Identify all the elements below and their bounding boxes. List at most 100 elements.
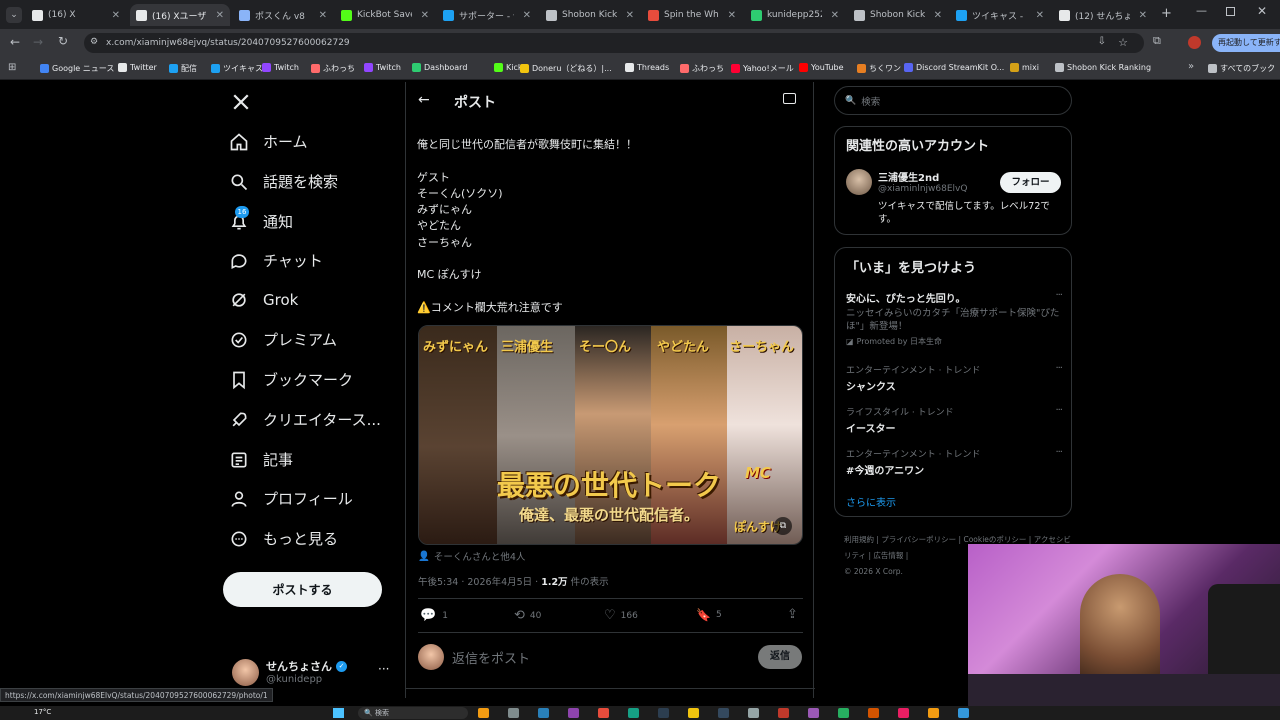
install-app-icon[interactable]: ⇩ xyxy=(1098,36,1106,47)
footer-link[interactable]: 利用規約 xyxy=(844,535,874,544)
browser-tab[interactable]: Spin the Whee ✕ xyxy=(642,4,742,26)
bookmark-item[interactable]: Twitch xyxy=(262,63,299,72)
close-tab-icon[interactable]: ✕ xyxy=(519,10,531,21)
nav-item-grok[interactable]: Grok xyxy=(229,290,298,310)
reply-action[interactable]: 💬 1 xyxy=(420,608,448,623)
nav-item-profile[interactable]: プロフィール xyxy=(229,488,353,509)
reader-mode-icon[interactable] xyxy=(783,93,796,104)
apps-grid-icon[interactable]: ⊞ xyxy=(8,62,16,73)
bookmark-item[interactable]: Doneru（どねる）|... xyxy=(520,63,612,74)
taskbar-app-icon[interactable] xyxy=(748,708,759,718)
browser-tab[interactable]: ツイキャス - ライブ ✕ xyxy=(950,4,1050,26)
account-more-icon[interactable]: ··· xyxy=(378,662,389,676)
close-window-button[interactable]: ✕ xyxy=(1257,4,1267,18)
nav-item-chat[interactable]: チャット xyxy=(229,250,323,271)
browser-tab[interactable]: Shobon Kick R ✕ xyxy=(848,4,948,26)
reply-button[interactable]: 返信 xyxy=(758,645,802,669)
maximize-window-button[interactable] xyxy=(1226,7,1235,16)
browser-tab[interactable]: (12) せんちょさん ✕ xyxy=(1053,4,1153,26)
extensions-icon[interactable]: ⧉ xyxy=(1153,34,1161,48)
restart-update-button[interactable]: 再起動して更新する xyxy=(1212,34,1280,52)
start-button-icon[interactable] xyxy=(333,708,344,718)
tab-search-button[interactable]: ⌄ xyxy=(6,7,22,23)
related-account-name[interactable]: 三浦優生2nd xyxy=(878,169,939,184)
bookmark-item[interactable]: Yahoo!メール xyxy=(731,63,794,74)
bookmarks-overflow-chevron-icon[interactable]: » xyxy=(1188,61,1194,72)
bookmark-item[interactable]: ふわっち xyxy=(680,63,724,74)
nav-item-more[interactable]: もっと見る xyxy=(229,528,338,549)
bookmark-item[interactable]: Dashboard xyxy=(412,63,467,72)
reply-input[interactable]: 返信をポスト xyxy=(452,648,530,667)
tagged-users[interactable]: 👤 そーくんさんと他4人 xyxy=(418,549,525,564)
taskbar-app-icon[interactable] xyxy=(658,708,669,718)
taskbar-app-icon[interactable] xyxy=(628,708,639,718)
more-options-icon[interactable]: ··· xyxy=(1055,405,1062,416)
nav-item-bell[interactable]: 16 通知 xyxy=(229,205,293,232)
bookmark-item[interactable]: ちくワン xyxy=(857,63,901,74)
post-image[interactable]: みずにゃん 三浦優生 そー〇ん やどたん さーちゃん 最悪の世代トーク 俺達、最悪の世代… xyxy=(418,325,803,545)
bookmark-item[interactable]: ツイキャス xyxy=(211,63,263,74)
browser-tab[interactable]: KickBot Saved ✕ xyxy=(335,4,435,26)
nav-item-search[interactable]: 話題を検索 xyxy=(229,171,338,192)
close-tab-icon[interactable]: ✕ xyxy=(212,10,224,21)
close-tab-icon[interactable]: ✕ xyxy=(1135,10,1147,21)
taskbar-app-icon[interactable] xyxy=(688,708,699,718)
reload-icon[interactable]: ↻ xyxy=(58,34,68,48)
promoted-trend[interactable]: 安心に、ぴたっと先回り。 ニッセイみらいのカタチ「治療サポート保険"ぴたほ"」新… xyxy=(846,290,1063,347)
close-tab-icon[interactable]: ✕ xyxy=(1032,10,1044,21)
bookmark-item[interactable]: Shobon Kick Ranking xyxy=(1055,63,1151,72)
bookmark-item[interactable]: Threads xyxy=(625,63,669,72)
follow-button[interactable]: フォロー xyxy=(1000,172,1061,193)
taskbar-app-icon[interactable] xyxy=(538,708,549,718)
bookmark-item[interactable]: Discord StreamKit O... xyxy=(904,63,1004,72)
taskbar-app-icon[interactable] xyxy=(958,708,969,718)
back-arrow-icon[interactable]: ← xyxy=(418,92,430,108)
nav-item-bookmark[interactable]: ブックマーク xyxy=(229,369,353,390)
nav-item-rocket[interactable]: クリエイタース... xyxy=(229,409,381,430)
repost-action[interactable]: ⟲ 40 xyxy=(514,608,541,623)
taskbar-search[interactable]: 🔍 検索 xyxy=(358,707,468,719)
bookmark-item[interactable]: Twitch xyxy=(364,63,401,72)
browser-tab[interactable]: kunidepp2525 ✕ xyxy=(745,4,845,26)
x-logo-icon[interactable] xyxy=(232,93,250,111)
bookmark-item[interactable]: mixi xyxy=(1010,63,1039,72)
trend-item[interactable]: エンターテインメント · トレンド シャンクス ··· xyxy=(846,363,1063,393)
browser-tab[interactable]: (16) X ✕ xyxy=(26,4,126,26)
bookmark-item[interactable]: ふわっち xyxy=(311,63,355,74)
browser-tab[interactable]: (16) Xユーザーの ✕ xyxy=(130,4,230,26)
taskbar-app-icon[interactable] xyxy=(778,708,789,718)
minimize-window-button[interactable]: — xyxy=(1196,4,1207,17)
taskbar-app-icon[interactable] xyxy=(478,708,489,718)
bookmark-star-icon[interactable]: ☆ xyxy=(1118,36,1128,49)
taskbar-app-icon[interactable] xyxy=(718,708,729,718)
nav-item-article[interactable]: 記事 xyxy=(229,449,293,470)
post-compose-button[interactable]: ポストする xyxy=(223,572,382,607)
close-tab-icon[interactable]: ✕ xyxy=(930,10,942,21)
browser-tab[interactable]: ポスくん v8 ✕ xyxy=(233,4,333,26)
account-switcher[interactable]: せんちょさん ✓ @kunidepp ··· xyxy=(229,656,399,690)
bookmark-item[interactable]: Google ニュース xyxy=(40,63,114,74)
footer-link[interactable]: プライバシーポリシー xyxy=(881,535,956,544)
close-tab-icon[interactable]: ✕ xyxy=(724,10,736,21)
new-tab-button[interactable]: + xyxy=(1161,6,1172,21)
share-icon[interactable]: ⇪ xyxy=(787,607,798,622)
trend-item[interactable]: エンターテインメント · トレンド #今週のアニワン ··· xyxy=(846,447,1063,477)
nav-item-home[interactable]: ホーム xyxy=(229,131,308,152)
close-tab-icon[interactable]: ✕ xyxy=(108,10,120,21)
site-info-icon[interactable]: ⚙ xyxy=(90,37,98,47)
url-field[interactable]: ⚙ x.com/xiaminjw68ejvq/status/2040709527… xyxy=(84,33,1144,53)
more-options-icon[interactable]: ··· xyxy=(1055,363,1062,374)
bookmark-item[interactable]: YouTube xyxy=(799,63,844,72)
footer-link[interactable]: 広告情報 xyxy=(873,551,903,560)
more-options-icon[interactable]: ··· xyxy=(1055,290,1062,301)
close-tab-icon[interactable]: ✕ xyxy=(315,10,327,21)
footer-link[interactable]: Cookieのポリシー xyxy=(963,535,1026,544)
profile-avatar[interactable] xyxy=(1188,36,1201,49)
taskbar-app-icon[interactable] xyxy=(868,708,879,718)
weather-widget[interactable]: 17°C xyxy=(34,708,51,716)
bookmark-item[interactable]: 配信 xyxy=(169,63,197,74)
taskbar-app-icon[interactable] xyxy=(898,708,909,718)
taskbar-app-icon[interactable] xyxy=(508,708,519,718)
search-input[interactable]: 🔍 検索 xyxy=(834,86,1072,115)
show-more-link[interactable]: さらに表示 xyxy=(846,494,896,509)
